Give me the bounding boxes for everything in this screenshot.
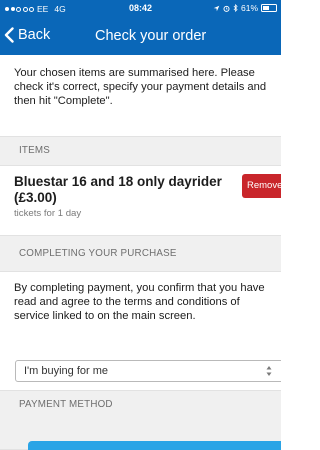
- chevron-left-icon: [4, 27, 14, 43]
- app-screen: EE 4G 08:42 61% Back Check your order Yo…: [0, 0, 281, 450]
- remove-item-button[interactable]: Remove: [242, 174, 281, 198]
- location-arrow-icon: [213, 5, 220, 11]
- back-label: Back: [18, 27, 51, 43]
- up-down-arrows-icon: [266, 366, 272, 376]
- payment-method-button[interactable]: [28, 441, 281, 450]
- navigation-bar: Back Check your order: [0, 18, 281, 55]
- intro-text: Your chosen items are summarised here. P…: [14, 67, 267, 107]
- terms-agreement-text: By completing payment, you confirm that …: [14, 282, 265, 322]
- item-name: Bluestar 16 and 18 only dayrider (£3.00): [14, 174, 222, 205]
- buyer-select-value: I'm buying for me: [24, 365, 109, 377]
- bluetooth-icon: [233, 4, 238, 12]
- status-bar: EE 4G 08:42 61%: [0, 0, 281, 18]
- status-indicators: 61%: [213, 3, 277, 13]
- battery-icon: [261, 4, 277, 12]
- item-subtitle: tickets for 1 day: [14, 208, 82, 219]
- battery-percentage: 61%: [240, 3, 258, 13]
- payment-method-label: PAYMENT METHOD: [19, 399, 113, 410]
- back-button[interactable]: Back: [4, 27, 50, 43]
- buyer-select[interactable]: I'm buying for me: [15, 360, 281, 382]
- completing-section-header: COMPLETING YOUR PURCHASE: [0, 235, 281, 272]
- items-section-header: ITEMS: [0, 136, 281, 166]
- page-title: Check your order: [95, 28, 207, 44]
- alarm-icon: [223, 5, 230, 12]
